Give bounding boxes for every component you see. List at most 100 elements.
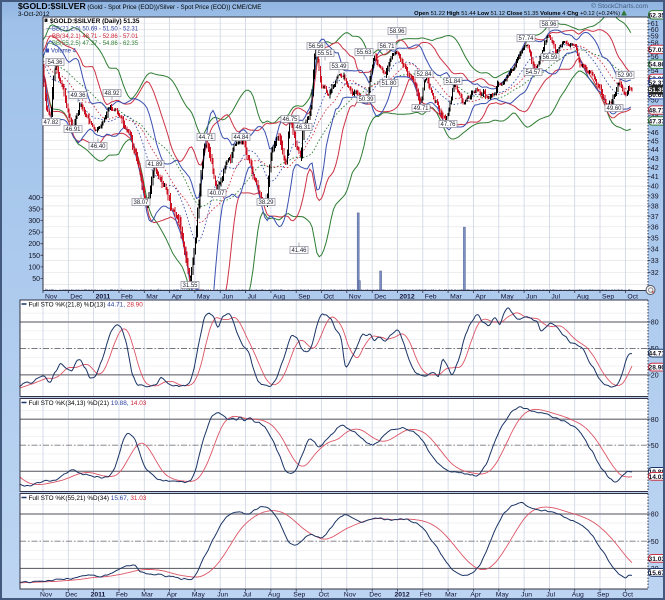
svg-text:—BB(21,2.0) 50.69 - 51.50 - 52: —BB(21,2.0) 50.69 - 51.50 - 52.31 [46,26,139,32]
svg-text:62.35: 62.35 [649,12,665,19]
svg-text:52.84: 52.84 [416,72,432,78]
svg-text:40.07: 40.07 [209,191,225,197]
svg-text:Feb: Feb [116,592,128,599]
svg-text:38.07: 38.07 [133,200,149,206]
svg-text:Apr: Apr [470,592,481,599]
svg-text:50: 50 [651,539,659,546]
svg-text:Apr: Apr [172,293,183,300]
svg-text:28.90: 28.90 [649,365,665,372]
svg-text:Mar: Mar [450,293,462,300]
svg-text:44.84: 44.84 [233,135,249,141]
svg-text:Jul: Jul [243,592,252,599]
svg-text:Dec: Dec [70,293,83,300]
svg-text:47.37: 47.37 [649,118,665,125]
svg-text:20: 20 [651,373,659,380]
svg-text:48.71: 48.71 [649,108,665,115]
svg-text:300: 300 [28,218,40,225]
svg-text:Aug: Aug [273,293,285,300]
svg-text:Full STO %K(34,13) %D(21) 19.8: Full STO %K(34,13) %D(21) 19.88, 14.03 [29,400,147,407]
svg-text:Oct: Oct [324,293,335,300]
svg-text:Apr: Apr [167,592,178,599]
svg-text:49.71: 49.71 [413,106,429,112]
svg-text:14.03: 14.03 [649,474,665,481]
svg-text:May: May [192,592,205,599]
svg-text:40: 40 [651,184,659,191]
svg-text:56.71: 56.71 [379,44,395,50]
svg-text:46.31: 46.31 [295,125,311,131]
svg-text:57.01: 57.01 [649,47,665,54]
svg-text:38.29: 38.29 [258,200,274,206]
svg-text:53.49: 53.49 [331,64,347,70]
svg-text:46.75: 46.75 [282,117,298,123]
svg-text:3-Oct-2012: 3-Oct-2012 [18,11,50,18]
svg-text:49.60: 49.60 [606,106,622,112]
svg-text:34: 34 [651,247,659,254]
svg-text:350: 350 [28,207,40,214]
svg-text:58.96: 58.96 [389,29,405,35]
svg-text:Apr: Apr [475,293,486,300]
svg-text:Aug: Aug [577,293,589,300]
svg-text:Nov: Nov [45,293,58,300]
svg-text:Mar: Mar [146,293,158,300]
svg-text:46.91: 46.91 [65,127,81,133]
svg-text:48.92: 48.92 [104,91,120,97]
svg-text:2011: 2011 [96,293,111,300]
svg-text:Dec: Dec [374,293,387,300]
svg-text:250: 250 [28,230,40,237]
svg-text:44: 44 [651,147,659,154]
svg-text:80: 80 [651,417,659,424]
svg-text:May: May [197,293,210,300]
svg-text:Jul: Jul [248,293,257,300]
svg-text:Open 51.22 High 51.44 Low 51.1: Open 51.22 High 51.44 Low 51.12 Close 51… [414,11,620,17]
svg-text:Sep: Sep [602,293,614,300]
svg-text:Sep: Sep [293,592,305,599]
svg-text:32: 32 [651,270,659,277]
svg-text:33: 33 [651,258,659,265]
svg-text:© StockCharts.com: © StockCharts.com [591,2,648,10]
svg-text:400: 400 [28,195,40,202]
svg-text:Jun: Jun [217,592,228,599]
svg-text:41: 41 [651,174,659,181]
svg-text:May: May [496,592,509,599]
svg-text:15.67: 15.67 [649,570,665,577]
svg-text:42: 42 [651,165,659,172]
svg-text:Jul: Jul [546,592,555,599]
svg-text:55.63: 55.63 [356,50,372,56]
svg-text:Nov: Nov [344,592,357,599]
svg-text:Feb: Feb [420,592,432,599]
svg-text:54.36: 54.36 [47,60,63,66]
svg-text:Nov: Nov [349,293,362,300]
svg-text:Oct: Oct [319,592,330,599]
svg-text:2012: 2012 [395,592,410,599]
svg-text:Sep: Sep [597,592,609,599]
svg-text:31.55: 31.55 [182,283,198,289]
svg-text:$GOLD:$SILVER (Daily) 51.35: $GOLD:$SILVER (Daily) 51.35 [50,18,140,25]
svg-text:Aug: Aug [572,592,584,599]
svg-text:57.74: 57.74 [518,36,534,42]
svg-text:100: 100 [28,264,40,271]
svg-text:Dec: Dec [369,592,382,599]
svg-text:150: 150 [28,253,40,260]
svg-text:2012: 2012 [400,293,415,300]
svg-text:2011: 2011 [91,592,106,599]
svg-text:41.46: 41.46 [291,248,307,254]
svg-text:51.84: 51.84 [445,79,461,85]
svg-text:Jun: Jun [521,592,532,599]
svg-text:Oct: Oct [627,293,638,300]
svg-text:Volume 4: Volume 4 [51,49,77,55]
svg-text:55.51: 55.51 [317,51,333,57]
svg-text:35: 35 [651,235,659,242]
svg-text:51.35: 51.35 [649,87,665,94]
svg-text:46.40: 46.40 [90,144,106,150]
svg-text:Nov: Nov [40,592,53,599]
svg-text:Jun: Jun [526,293,537,300]
svg-text:Full STO %K(21,8) %D(13) 44.71: Full STO %K(21,8) %D(13) 44.71, 28.90 [29,301,144,308]
svg-text:Jul: Jul [551,293,560,300]
svg-text:54.57: 54.57 [525,70,541,76]
svg-text:52.90: 52.90 [617,73,633,79]
svg-text:Mar: Mar [445,592,457,599]
svg-text:—BB(55,2.5) 47.37 - 54.86 - 62: —BB(55,2.5) 47.37 - 54.86 - 62.35 [46,41,139,47]
svg-text:Feb: Feb [121,293,133,300]
svg-text:58.96: 58.96 [541,22,557,28]
svg-text:44.71: 44.71 [198,135,214,141]
